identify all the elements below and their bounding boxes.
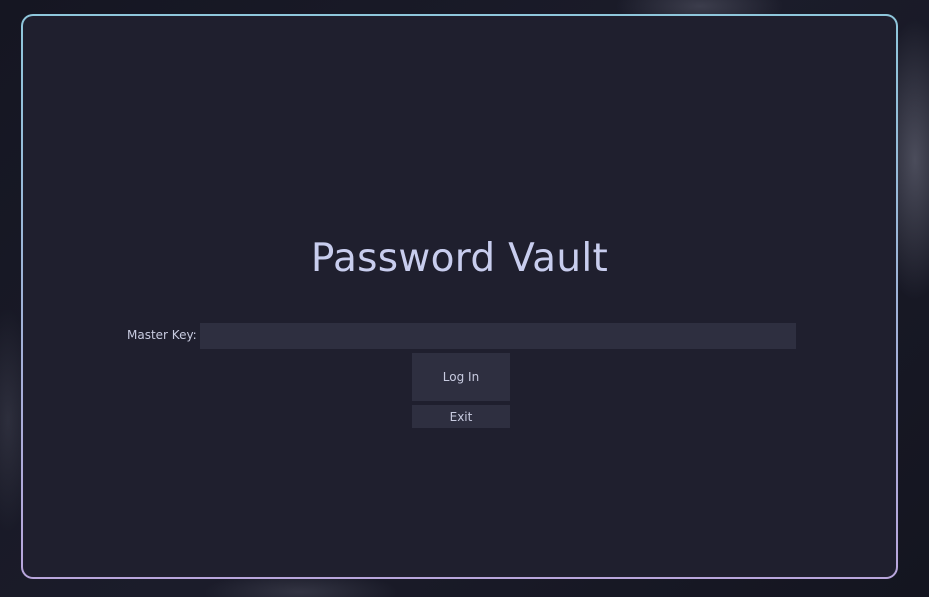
master-key-label: Master Key: bbox=[127, 328, 197, 342]
master-key-input[interactable] bbox=[200, 323, 796, 349]
login-window: Password Vault Master Key: Log In Exit bbox=[21, 14, 898, 579]
app-title: Password Vault bbox=[310, 236, 609, 281]
exit-button[interactable]: Exit bbox=[412, 405, 510, 428]
log-in-button[interactable]: Log In bbox=[412, 353, 510, 401]
